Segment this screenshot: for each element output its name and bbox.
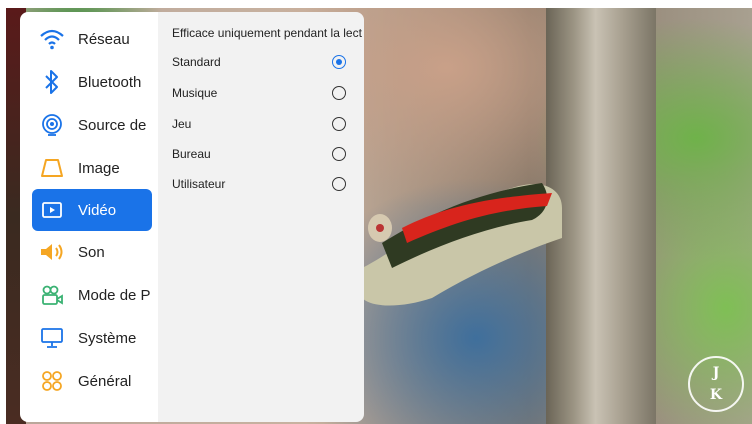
radio-button[interactable] xyxy=(332,55,346,69)
video-icon xyxy=(38,196,66,224)
sidebar-item-label: Réseau xyxy=(78,30,130,48)
sidebar-item-label: Source de S xyxy=(78,116,150,134)
option-standard[interactable]: Standard xyxy=(172,50,354,74)
radio-button[interactable] xyxy=(332,177,346,191)
sidebar-item-reseau[interactable]: Réseau xyxy=(32,18,152,60)
sidebar-item-bluetooth[interactable]: Bluetooth xyxy=(32,61,152,103)
image-icon xyxy=(38,154,66,182)
sidebar-item-label: Son xyxy=(78,243,105,261)
option-utilisateur[interactable]: Utilisateur xyxy=(172,172,354,196)
general-icon xyxy=(38,367,66,395)
sidebar-item-label: Système xyxy=(78,329,137,347)
radio-button[interactable] xyxy=(332,117,346,131)
watermark-letter-top: J xyxy=(712,365,720,381)
speaker-icon xyxy=(38,238,66,266)
watermark-letter-bottom: K xyxy=(709,387,723,403)
window-frame: J K Réseau Bluetooth Source de S xyxy=(0,0,752,424)
sidebar-item-label: Général xyxy=(78,372,132,390)
sidebar-item-video[interactable]: Vidéo xyxy=(32,189,152,231)
sidebar-item-son[interactable]: Son xyxy=(32,231,152,273)
sidebar-item-image[interactable]: Image xyxy=(32,147,152,189)
option-label: Musique xyxy=(172,86,218,100)
radio-button[interactable] xyxy=(332,86,346,100)
snake-image xyxy=(362,183,562,306)
option-musique[interactable]: Musique xyxy=(172,81,354,105)
projection-mode-icon xyxy=(38,281,66,309)
radio-button[interactable] xyxy=(332,147,346,161)
monitor-icon xyxy=(38,324,66,352)
source-icon xyxy=(38,111,66,139)
sidebar-item-label: Vidéo xyxy=(78,201,117,219)
sidebar-item-general[interactable]: Général xyxy=(32,360,152,402)
sidebar-item-label: Bluetooth xyxy=(78,73,142,91)
settings-sidebar: Réseau Bluetooth Source de S Image Vidéo xyxy=(20,12,158,422)
sidebar-item-mode[interactable]: Mode de P xyxy=(32,274,152,316)
option-jeu[interactable]: Jeu xyxy=(172,112,354,136)
option-label: Utilisateur xyxy=(172,177,226,191)
option-label: Standard xyxy=(172,55,221,69)
option-label: Jeu xyxy=(172,117,192,131)
video-options-panel: Efficace uniquement pendant la lecture S… xyxy=(158,12,364,422)
bluetooth-icon xyxy=(38,68,66,96)
panel-title: Efficace uniquement pendant la lecture xyxy=(172,26,362,40)
wifi-icon xyxy=(38,25,66,53)
sidebar-item-label: Mode de P xyxy=(78,286,150,304)
sidebar-item-source[interactable]: Source de S xyxy=(32,104,152,146)
option-bureau[interactable]: Bureau xyxy=(172,142,354,166)
tree-trunk xyxy=(546,8,656,424)
watermark-logo: J K xyxy=(688,356,744,412)
sidebar-item-label: Image xyxy=(78,159,120,177)
sidebar-item-systeme[interactable]: Système xyxy=(32,317,152,359)
option-label: Bureau xyxy=(172,147,211,161)
